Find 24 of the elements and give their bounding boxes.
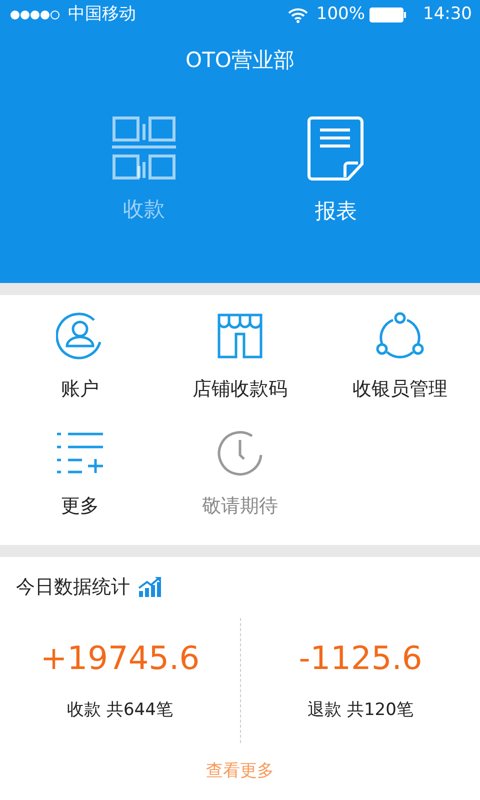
battery-icon xyxy=(369,7,407,23)
storefront-icon xyxy=(216,312,264,360)
qr-code-icon xyxy=(112,116,176,180)
carrier-name: 中国移动 xyxy=(68,3,136,26)
clock-time: 14:30 xyxy=(423,3,472,26)
bar-chart-icon xyxy=(138,576,162,598)
report-icon xyxy=(307,116,365,182)
signal-icon xyxy=(10,9,60,21)
battery-percent: 100% xyxy=(316,3,365,26)
share-icon xyxy=(376,312,424,360)
menu-item[interactable]: 账户 xyxy=(0,311,160,424)
list-add-icon xyxy=(56,432,104,474)
clock-icon xyxy=(216,429,264,477)
page-title: OTO营业部 xyxy=(186,47,294,74)
amount-caption: 收款 共644笔 xyxy=(67,698,173,722)
amount-value: +19745.6 xyxy=(40,638,200,678)
section-title: 今日数据统计 xyxy=(16,575,130,600)
menu-item[interactable]: 更多 xyxy=(0,428,160,541)
amount-value: -1125.6 xyxy=(298,638,422,678)
menu-item[interactable]: 收银员管理 xyxy=(320,311,480,424)
user-icon xyxy=(56,312,104,360)
wifi-icon xyxy=(288,8,308,22)
amount-caption: 退款 共120笔 xyxy=(308,698,414,722)
menu-item[interactable]: 店铺收款码 xyxy=(160,311,320,424)
